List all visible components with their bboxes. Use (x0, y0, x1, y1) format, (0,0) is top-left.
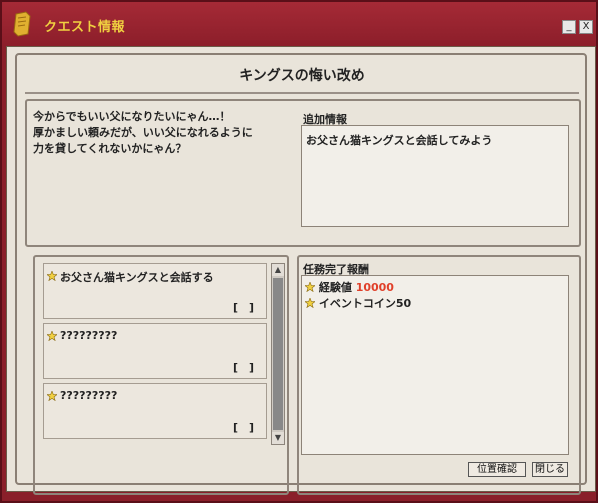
divider (25, 92, 579, 94)
objective-text: ????????? (60, 329, 118, 342)
locate-button[interactable]: 位置確認 (468, 462, 526, 477)
minimize-button[interactable]: _ (562, 20, 576, 34)
objective-item[interactable]: ????????? [ ] (43, 323, 267, 379)
objective-item[interactable]: ????????? [ ] (43, 383, 267, 439)
reward-name: 経験値 (318, 281, 352, 294)
quest-panel: キングスの悔い改め 今からでもいい父になりたいにゃん…！ 厚かましい頼みだが、い… (6, 46, 596, 495)
star-icon (305, 282, 315, 292)
additional-info-text: お父さん猫キングスと会話してみよう (306, 134, 493, 147)
objectives-scrollbar[interactable]: ▲ ▼ (271, 263, 285, 445)
reward-name: イベントコイン50 (318, 297, 412, 310)
star-icon (47, 331, 57, 341)
star-icon (305, 298, 315, 308)
close-button[interactable]: 閉じる (532, 462, 568, 477)
window-title: クエスト情報 (44, 20, 126, 35)
scroll-icon (13, 11, 31, 37)
objective-text: お父さん猫キングスと会話する (60, 271, 214, 284)
quest-title: キングスの悔い改め (239, 68, 365, 84)
quest-info-window: クエスト情報 _ X キングスの悔い改め 今からでもいい父になりたいにゃん…！ … (0, 0, 598, 503)
objective-status: [ ] (232, 361, 254, 374)
scroll-up-icon[interactable]: ▲ (272, 264, 284, 276)
quest-description: 今からでもいい父になりたいにゃん…！ 厚かましい頼みだが、いい父になれるように … (33, 110, 253, 155)
objective-status: [ ] (232, 301, 254, 314)
scroll-thumb[interactable] (273, 278, 283, 430)
reward-item: 経験値 10000 (305, 279, 394, 295)
objective-status: [ ] (232, 421, 254, 434)
title-bar[interactable]: クエスト情報 _ X (2, 2, 596, 46)
close-icon[interactable]: X (579, 20, 593, 34)
reward-item: イベントコイン50 (305, 295, 411, 311)
objective-item[interactable]: お父さん猫キングスと会話する [ ] (43, 263, 267, 319)
reward-value: 10000 (355, 281, 394, 294)
scroll-down-icon[interactable]: ▼ (272, 432, 284, 444)
star-icon (47, 391, 57, 401)
objective-text: ????????? (60, 389, 118, 402)
additional-info-box: お父さん猫キングスと会話してみよう (301, 125, 569, 227)
star-icon (47, 271, 57, 281)
